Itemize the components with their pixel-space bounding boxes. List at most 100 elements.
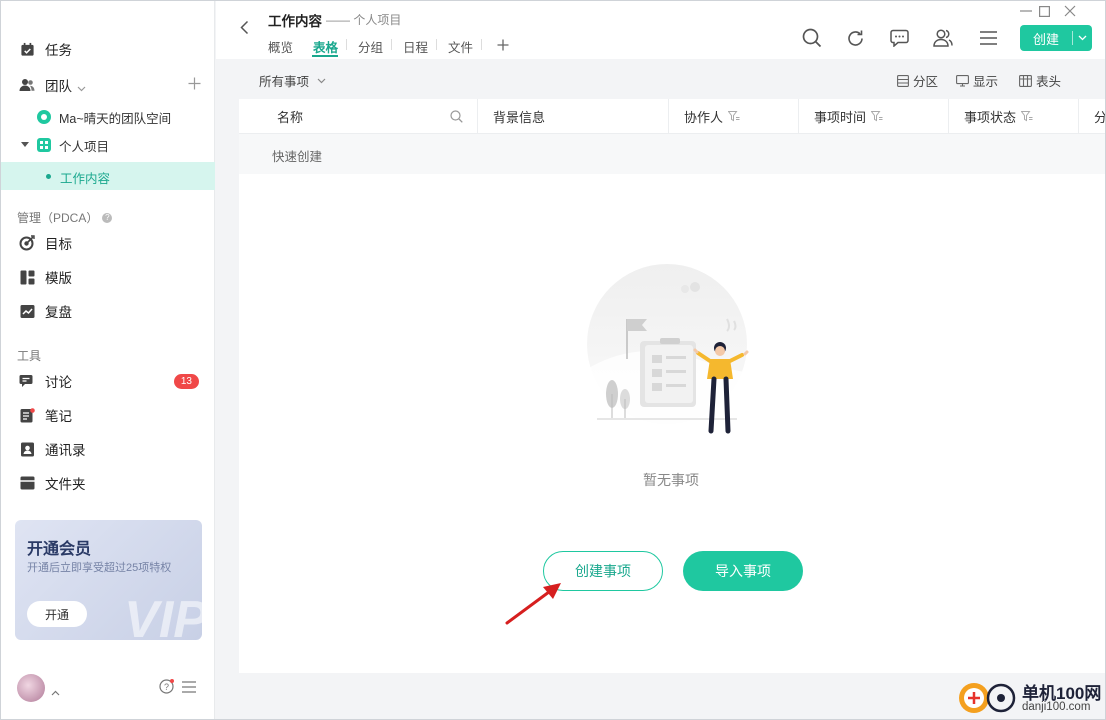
partition-button[interactable]: 分区 xyxy=(897,71,938,90)
vip-title: 开通会员 xyxy=(27,541,92,558)
header: 工作内容 —— 个人项目 概览 表格 分组 日程 文件 创建 xyxy=(216,1,1105,59)
items-table: 名称 背景信息 协作人 事项时间 事项状态 分 快速创建 暂无事项 创建事项 导… xyxy=(239,99,1106,673)
project-icon xyxy=(37,138,51,152)
sidebar-item-discuss[interactable]: 讨论 13 xyxy=(1,367,215,395)
all-items-dropdown[interactable]: 所有事项 xyxy=(259,71,326,90)
sidebar-item-contacts[interactable]: 通讯录 xyxy=(1,435,215,463)
sidebar-item-notes[interactable]: 笔记 xyxy=(1,401,215,429)
partition-label: 分区 xyxy=(913,75,939,89)
menu-icon[interactable] xyxy=(182,681,196,696)
minimize-icon[interactable] xyxy=(1019,4,1033,18)
caret-down-icon[interactable] xyxy=(21,142,29,148)
sidebar-item-label: 文件夹 xyxy=(45,477,86,492)
work-content-label: 工作内容 xyxy=(60,172,111,186)
folder-icon xyxy=(19,475,35,491)
tab-divider xyxy=(481,39,482,50)
watermark-logo-icon xyxy=(959,683,1016,713)
pdca-title-text: 管理（PDCA） xyxy=(17,211,99,225)
main-area: 工作内容 —— 个人项目 概览 表格 分组 日程 文件 创建 所有事项 分区 显… xyxy=(216,1,1106,719)
sidebar-item-label: 笔记 xyxy=(45,409,72,424)
review-chart-icon xyxy=(19,303,35,319)
sidebar-item-label: 复盘 xyxy=(45,305,72,320)
refresh-icon[interactable] xyxy=(844,27,866,49)
contacts-icon xyxy=(19,441,35,457)
chevron-down-icon[interactable] xyxy=(1073,35,1092,41)
partition-icon xyxy=(897,74,909,87)
column-header-partial[interactable]: 分 xyxy=(1094,99,1106,134)
vip-promo-card[interactable]: VIP 开通会员 开通后立即享受超过25项特权 开通 xyxy=(15,520,202,640)
help-circle-icon[interactable]: ? xyxy=(159,679,174,697)
sidebar-item-label: 通讯录 xyxy=(45,443,86,458)
filter-bar: 所有事项 分区 显示 表头 xyxy=(216,59,1105,99)
column-header-collaborators[interactable]: 协作人 xyxy=(684,99,740,134)
tab-divider xyxy=(346,39,347,50)
sidebar-item-goals[interactable]: 目标 xyxy=(1,229,215,257)
sidebar-item-label: 目标 xyxy=(45,237,72,252)
column-header-status[interactable]: 事项状态 xyxy=(964,99,1033,134)
active-tab-underline xyxy=(312,55,338,57)
calendar-check-icon xyxy=(19,41,35,57)
sidebar-item-templates[interactable]: 模版 xyxy=(1,263,215,291)
back-icon[interactable] xyxy=(240,20,249,38)
table-header-row: 名称 背景信息 协作人 事项时间 事项状态 分 xyxy=(239,99,1106,134)
chevron-up-icon[interactable] xyxy=(51,684,60,699)
vip-watermark-text: VIP xyxy=(124,591,202,640)
column-divider xyxy=(1078,99,1079,134)
bullet-icon xyxy=(46,174,51,179)
red-arrow-annotation xyxy=(505,583,561,625)
chevron-down-icon[interactable] xyxy=(77,80,86,95)
column-divider xyxy=(948,99,949,134)
display-button[interactable]: 显示 xyxy=(956,71,998,90)
sidebar-item-folder[interactable]: 文件夹 xyxy=(1,469,215,497)
search-icon[interactable] xyxy=(450,110,463,126)
sidebar-item-tasks[interactable]: 任务 xyxy=(1,35,215,63)
tab-group[interactable]: 分组 xyxy=(358,37,383,56)
maximize-icon[interactable] xyxy=(1037,4,1051,18)
vip-subtitle: 开通后立即享受超过25项特权 xyxy=(27,562,172,574)
column-header-background[interactable]: 背景信息 xyxy=(493,99,545,134)
create-button[interactable]: 创建 xyxy=(1020,25,1092,51)
filter-icon[interactable] xyxy=(728,111,740,122)
tab-files[interactable]: 文件 xyxy=(448,37,473,56)
add-team-icon[interactable] xyxy=(188,77,201,93)
team-space-item[interactable]: Ma~晴天的团队空间 xyxy=(37,105,171,129)
search-icon[interactable] xyxy=(801,27,823,49)
help-icon[interactable]: ? xyxy=(102,212,113,223)
table-header-button[interactable]: 表头 xyxy=(1019,71,1061,90)
sidebar-item-review[interactable]: 复盘 xyxy=(1,297,215,325)
page-subtitle: —— 个人项目 xyxy=(326,13,402,27)
column-header-time[interactable]: 事项时间 xyxy=(814,99,883,134)
column-header-name[interactable]: 名称 xyxy=(277,99,303,134)
quick-create-label: 快速创建 xyxy=(272,150,323,164)
all-items-label: 所有事项 xyxy=(259,75,310,89)
column-divider xyxy=(477,99,478,134)
app-window: 任务 团队 Ma~晴天的团队空间 个人项目 工作内容 管理（PDCA） ? 目标… xyxy=(0,0,1106,720)
add-tab-icon[interactable] xyxy=(497,39,509,54)
target-icon xyxy=(19,235,35,251)
sidebar-item-work-content[interactable]: 工作内容 xyxy=(1,162,215,190)
close-icon[interactable] xyxy=(1063,4,1077,18)
tab-table[interactable]: 表格 xyxy=(313,37,338,56)
filter-icon[interactable] xyxy=(1021,111,1033,122)
column-divider xyxy=(798,99,799,134)
filter-icon[interactable] xyxy=(871,111,883,122)
avatar[interactable] xyxy=(17,674,45,702)
personal-project-item[interactable]: 个人项目 xyxy=(21,133,109,157)
sidebar-item-label: 团队 xyxy=(45,79,72,94)
column-partial-label: 分 xyxy=(1094,110,1106,125)
pdca-section-title: 管理（PDCA） ? xyxy=(17,209,113,226)
team-space-label: Ma~晴天的团队空间 xyxy=(59,111,172,126)
discuss-icon xyxy=(19,373,35,389)
empty-state-illustration xyxy=(587,264,757,434)
more-menu-icon[interactable] xyxy=(977,27,999,49)
chat-icon[interactable] xyxy=(888,27,910,49)
tab-overview[interactable]: 概览 xyxy=(268,37,293,56)
import-item-button[interactable]: 导入事项 xyxy=(683,551,803,591)
members-icon[interactable] xyxy=(932,27,954,49)
sidebar-item-team[interactable]: 团队 xyxy=(1,71,215,99)
tab-schedule[interactable]: 日程 xyxy=(403,37,428,56)
column-background-label: 背景信息 xyxy=(493,110,546,125)
column-divider xyxy=(668,99,669,134)
quick-create-row[interactable]: 快速创建 xyxy=(239,134,1105,174)
vip-activate-button[interactable]: 开通 xyxy=(27,601,87,627)
